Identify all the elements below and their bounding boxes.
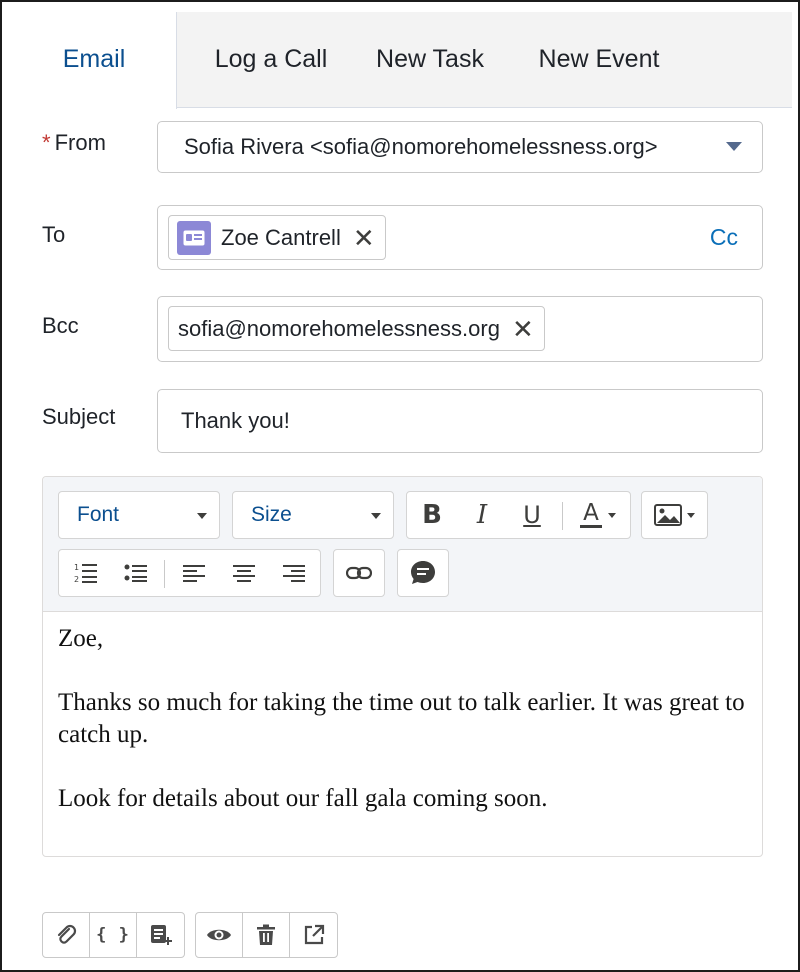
tab-log-a-call[interactable]: Log a Call <box>188 12 354 108</box>
preview-button[interactable] <box>196 913 243 957</box>
cc-link[interactable]: Cc <box>710 224 738 251</box>
comment-button[interactable] <box>397 549 449 597</box>
rich-text-editor: Font Size B I U A 1 2 Zoe, Thanks so muc… <box>42 476 763 857</box>
paperclip-icon <box>57 924 77 944</box>
subject-input[interactable]: Thank you! <box>157 389 763 453</box>
size-select[interactable]: Size <box>232 491 394 539</box>
bcc-pill[interactable]: sofia@nomorehomelessness.org ✕ <box>168 306 545 351</box>
insert-merge-field-button[interactable]: { } <box>90 913 137 957</box>
remove-bcc-icon[interactable]: ✕ <box>512 316 534 342</box>
align-left-icon <box>183 565 205 582</box>
required-marker: * <box>42 130 51 155</box>
text-color-button[interactable]: A <box>567 492 629 538</box>
remove-recipient-icon[interactable]: ✕ <box>353 225 375 251</box>
caret-down-icon <box>371 513 381 519</box>
external-link-icon <box>304 924 324 945</box>
text-format-group: B I U A <box>406 491 631 539</box>
italic-button[interactable]: I <box>457 492 507 538</box>
font-select-label: Font <box>77 503 120 526</box>
bcc-label: Bcc <box>42 313 79 338</box>
font-select[interactable]: Font <box>58 491 220 539</box>
insert-link-button[interactable] <box>333 549 385 597</box>
bcc-recipient: sofia@nomorehomelessness.org <box>178 315 500 341</box>
caret-down-icon <box>197 513 207 519</box>
text-color-icon: A <box>580 502 602 528</box>
list-align-group: 1 2 <box>58 549 321 597</box>
caret-down-icon <box>687 512 695 518</box>
from-select[interactable]: Sofia Rivera <sofia@nomorehomelessness.o… <box>157 121 763 173</box>
to-label: To <box>42 222 66 247</box>
bulleted-list-icon <box>124 564 147 582</box>
trash-icon <box>257 924 275 945</box>
align-right-button[interactable] <box>269 550 319 596</box>
eye-icon <box>207 929 231 941</box>
tab-bar: Email Log a Call New Task New Event <box>12 12 792 109</box>
tab-new-task[interactable]: New Task <box>357 12 503 108</box>
body-paragraph: Zoe, <box>58 625 104 652</box>
attach-file-button[interactable] <box>43 913 90 957</box>
toolbar-divider <box>164 560 165 588</box>
tab-new-event[interactable]: New Event <box>515 12 683 108</box>
numbered-list-button[interactable]: 1 2 <box>61 550 111 596</box>
caret-down-icon <box>608 512 616 518</box>
delete-button[interactable] <box>243 913 290 957</box>
recipient-pill[interactable]: Zoe Cantrell ✕ <box>168 215 386 260</box>
insert-image-button[interactable] <box>641 491 708 539</box>
svg-text:2: 2 <box>74 575 79 584</box>
numbered-list-icon: 1 2 <box>74 563 97 584</box>
align-right-icon <box>283 565 305 582</box>
align-center-icon <box>233 565 255 582</box>
chat-icon <box>398 550 448 596</box>
svg-text:1: 1 <box>74 563 79 572</box>
image-icon <box>642 492 707 538</box>
from-label-text: From <box>54 130 106 155</box>
from-label: * From <box>42 130 106 156</box>
subject-value: Thank you! <box>181 408 290 433</box>
underline-button[interactable]: U <box>507 492 557 538</box>
chevron-down-icon <box>726 142 742 151</box>
align-center-button[interactable] <box>219 550 269 596</box>
preview-actions-group <box>195 912 338 958</box>
pop-out-button[interactable] <box>290 913 337 957</box>
bcc-input[interactable]: sofia@nomorehomelessness.org ✕ <box>157 296 763 362</box>
insert-template-button[interactable] <box>137 913 184 957</box>
contact-card-icon <box>177 220 211 255</box>
toolbar-divider <box>562 502 563 530</box>
to-input[interactable]: Zoe Cantrell ✕ Cc <box>157 205 763 270</box>
from-value: Sofia Rivera <sofia@nomorehomelessness.o… <box>184 134 658 159</box>
template-add-icon <box>150 925 172 945</box>
size-select-label: Size <box>251 503 292 526</box>
body-paragraph: Thanks so much for taking the time out t… <box>58 689 745 748</box>
email-body[interactable]: Zoe, Thanks so much for taking the time … <box>58 623 748 815</box>
insert-actions-group: { } <box>42 912 185 958</box>
link-icon <box>334 550 384 596</box>
bulleted-list-button[interactable] <box>111 550 161 596</box>
align-left-button[interactable] <box>169 550 219 596</box>
email-composer: Email Log a Call New Task New Event * Fro… <box>0 0 800 972</box>
bold-button[interactable]: B <box>407 492 457 538</box>
editor-toolbar: Font Size B I U A 1 2 <box>43 477 762 612</box>
recipient-name: Zoe Cantrell <box>221 224 341 250</box>
body-paragraph: Look for details about our fall gala com… <box>58 785 548 812</box>
subject-label: Subject <box>42 404 116 429</box>
tab-email[interactable]: Email <box>12 12 177 109</box>
